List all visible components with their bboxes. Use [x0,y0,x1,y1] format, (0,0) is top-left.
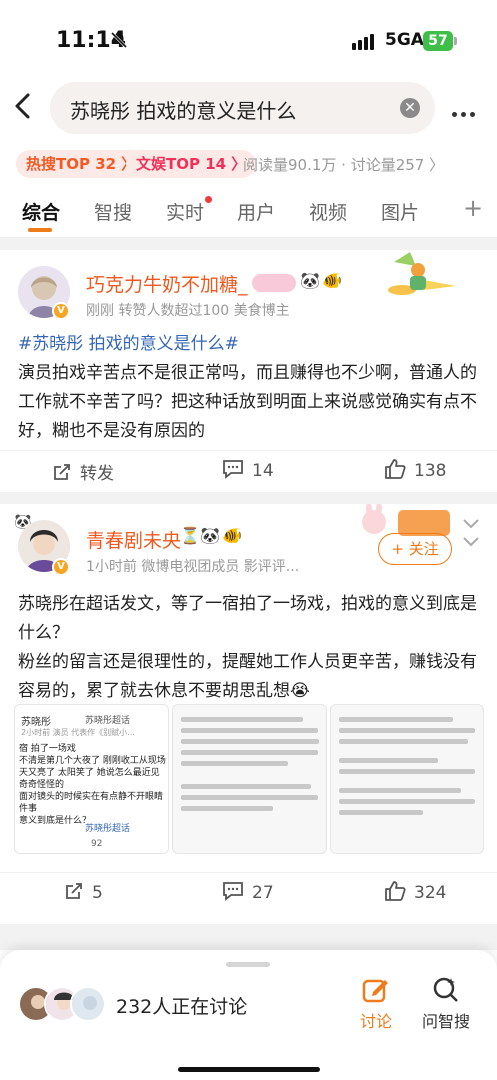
post-text: 苏晓彤在超话发文，等了一宿拍了一场戏，拍戏的意义到底是什么？ [18,594,477,643]
discuss-label: 讨论 [360,1012,393,1031]
tab-smart-search[interactable]: 智搜 [94,198,132,225]
repost-count: 5 [92,883,103,903]
ask-smart-search-label: 问智搜 [422,1012,471,1031]
post-meta: 刚刚 转赞人数超过100 美食博主 [86,303,290,319]
add-tab-icon[interactable]: + [463,194,483,222]
fish-icon: 🐠 [222,526,242,545]
verified-badge-icon: V [52,558,70,576]
post-text: 演员拍戏辛苦点不是很正常吗，而且赚得也不少啊，普通人的工作就不辛苦了吗？把这种话… [18,363,477,441]
status-bar: 11:14 5GA 57 [0,0,497,80]
battery-cap [454,37,457,45]
verified-badge-icon: V [52,302,70,320]
discussion-sheet[interactable]: 232人正在讨论 讨论 问智搜 [0,950,497,1080]
divider [0,492,497,504]
shot-footer-tag: 苏晓彤超话 [85,824,131,834]
home-indicator[interactable] [178,1067,320,1072]
panda-icon: 🐼 [200,526,220,545]
discussing-count[interactable]: 232人正在讨论 [116,992,247,1019]
like-icon [385,459,406,479]
discuss-button[interactable]: 讨论 [360,976,392,1032]
post-body: 苏晓彤在超话发文，等了一宿拍了一场戏，拍戏的意义到底是什么？ 粉丝的留言还是很理… [18,590,480,706]
repost-button[interactable]: 转发 [52,459,114,484]
comment-button[interactable]: 27 [222,881,274,903]
comment-icon [223,882,243,901]
ask-smart-search-button[interactable]: 问智搜 [422,976,470,1032]
image-grid: 苏晓彤 苏晓彤超话 2小时前 演员 代表作《别赋小... 宿 拍了一场戏 不清是第… [14,704,484,854]
divider [0,238,497,250]
avatar [70,986,106,1022]
smart-search-icon [433,977,458,1002]
tab-users[interactable]: 用户 [237,198,275,225]
comment-button[interactable]: 14 [222,459,274,481]
decorative-sticker [388,252,456,295]
more-icon[interactable] [452,102,480,117]
signal-icon [352,34,376,54]
tab-images[interactable]: 图片 [381,198,419,225]
edit-icon [362,979,388,1003]
chevron-down-icon[interactable] [462,536,480,548]
like-icon [385,881,406,901]
panda-icon: 🐼 [300,271,320,290]
sheet-handle[interactable] [226,962,270,967]
search-input[interactable]: 苏晓彤 拍戏的意义是什么 ✕ [50,82,435,134]
tab-video[interactable]: 视频 [309,198,347,225]
post-text: 粉丝的留言还是很理性的，提醒她工作人员更辛苦，赚钱没有容易的，累了就去休息不要胡… [18,652,477,701]
network-type: 5GA [385,30,424,50]
fish-icon: 🐠 [322,271,342,290]
post-body: #苏晓彤 拍戏的意义是什么# 演员拍戏辛苦点不是很正常吗，而且赚得也不少啊，普通… [18,330,480,446]
like-button[interactable]: 324 [384,881,446,903]
shot-user: 苏晓彤 [21,717,51,728]
ent-rank-chip[interactable]: 文娱TOP 14 〉 [126,150,257,178]
post-image[interactable] [330,704,484,854]
divider [0,924,497,950]
follow-button[interactable]: + 关注 [378,533,452,565]
tab-bar: 综合 智搜 实时 用户 视频 图片 + [0,190,497,238]
post-meta: 1小时前 微博电视团成员 影评评... [86,559,300,575]
repost-icon [54,464,70,480]
bell-muted-icon [110,31,128,49]
action-bar: 转发 14 138 [0,450,497,490]
post-card[interactable]: 🐼 V 青春剧未央 ⏳ 🐼 🐠 + 关注 1小时前 微博电视团成员 影评评...… [0,504,497,924]
username[interactable]: 巧克力牛奶不加糖_ [86,270,248,297]
top-bar: 苏晓彤 拍戏的意义是什么 ✕ [0,78,497,138]
like-button[interactable]: 138 [384,459,446,481]
shot-text: 宿 拍了一场戏 不清是第几个大夜了 刚刚收工从现场 天又亮了 太阳笑了 她说怎么最近… [19,744,166,826]
comment-count: 14 [252,461,274,481]
back-arrow-icon[interactable] [12,92,36,120]
shot-meta: 2小时前 演员 代表作《别赋小... [21,728,135,737]
post-card[interactable]: V 巧克力牛奶不加糖_ 🐼 🐠 刚刚 转赞人数超过100 美食博主 #苏晓彤 拍… [0,250,497,492]
like-count: 138 [414,461,447,481]
tab-comprehensive[interactable]: 综合 [22,198,60,225]
topic-link[interactable]: #苏晓彤 拍戏的意义是什么# [18,330,480,359]
tab-realtime[interactable]: 实时 [166,198,204,225]
repost-icon [66,883,82,899]
repost-label: 转发 [80,464,114,484]
post-image[interactable] [172,704,327,854]
repost-button[interactable]: 5 [64,881,103,903]
username[interactable]: 青春剧未央 [86,526,181,553]
fan-badge-icon [252,274,296,292]
chevron-down-icon[interactable] [462,518,480,530]
shot-tag: 苏晓彤超话 [85,716,131,726]
post-image[interactable]: 苏晓彤 苏晓彤超话 2小时前 演员 代表作《别赋小... 宿 拍了一场戏 不清是第… [14,704,169,854]
battery-icon: 57 [423,31,453,51]
comment-icon [223,460,243,479]
action-bar: 5 27 324 [0,872,497,912]
hot-tags-row: 热搜TOP 32 〉 文娱TOP 14 〉 阅读量90.1万 · 讨论量257 … [0,146,497,182]
search-query: 苏晓彤 拍戏的意义是什么 [70,99,297,123]
notification-dot [205,196,212,203]
shot-comment-count: 92 [91,839,103,849]
hourglass-icon: ⏳ [180,526,200,545]
clear-icon[interactable]: ✕ [400,98,420,118]
like-count: 324 [414,883,447,903]
active-tab-indicator [28,228,52,232]
comment-count: 27 [252,883,274,903]
read-discuss-stats[interactable]: 阅读量90.1万 · 讨论量257 〉 [243,154,444,175]
